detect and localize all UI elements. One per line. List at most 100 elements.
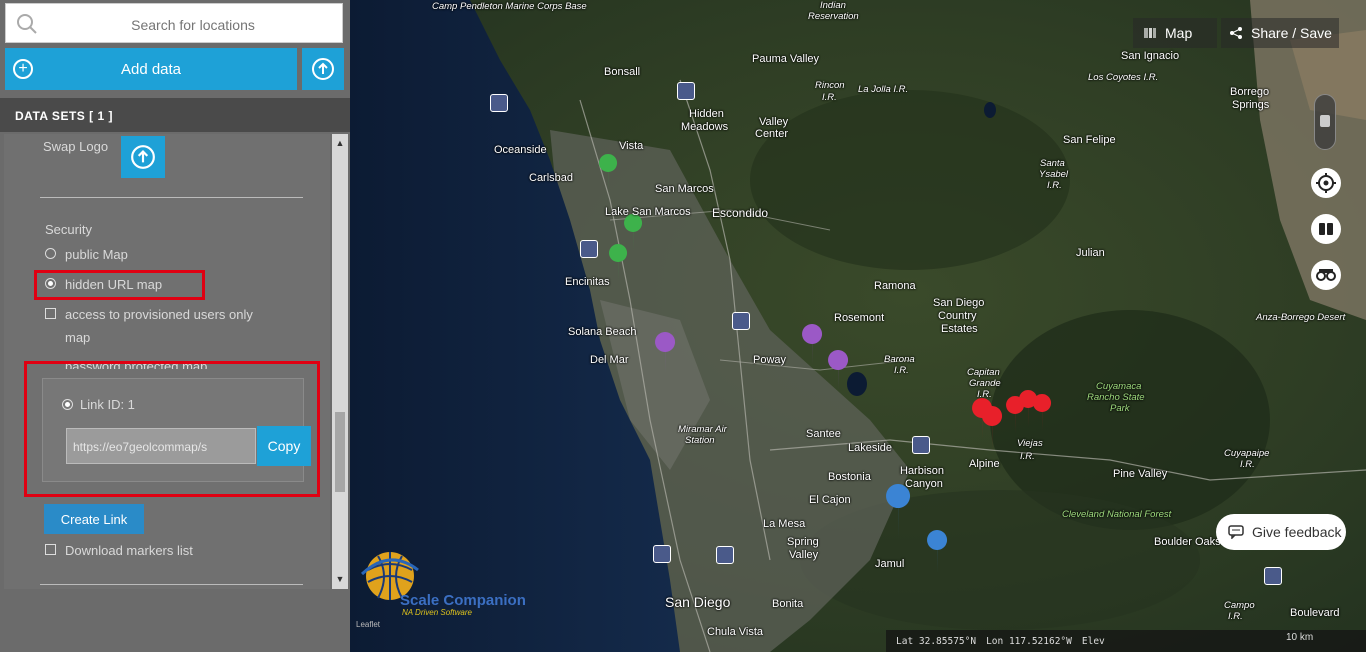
place-label: Bonsall bbox=[604, 66, 641, 78]
place-label: Viejas bbox=[1017, 438, 1043, 449]
company-logo: Scale Companion NA Driven Software Leafl… bbox=[356, 540, 526, 630]
longitude-readout: Lon 117.52162°W bbox=[986, 635, 1072, 647]
binoculars-icon bbox=[1316, 269, 1336, 281]
radio-public-map[interactable] bbox=[45, 248, 56, 259]
place-label: Carlsbad bbox=[529, 172, 574, 184]
place-label: I.R. bbox=[977, 389, 992, 400]
place-label: Encinitas bbox=[565, 276, 610, 288]
place-label: Jamul bbox=[875, 558, 905, 570]
highway-shield bbox=[677, 82, 695, 100]
leaflet-attribution[interactable]: Leaflet bbox=[356, 620, 380, 629]
map-marker-blue bbox=[886, 484, 911, 540]
search-box[interactable] bbox=[5, 3, 343, 43]
share-save-button[interactable]: Share / Save bbox=[1221, 18, 1339, 48]
place-label: Cleveland National Forest bbox=[1062, 509, 1172, 520]
divider bbox=[40, 197, 303, 198]
place-label: I.R. bbox=[894, 365, 909, 376]
swap-logo-button[interactable] bbox=[121, 136, 165, 178]
highway-shield bbox=[1264, 567, 1282, 585]
chat-icon bbox=[1228, 525, 1244, 539]
place-label: Spring bbox=[787, 536, 819, 548]
place-label: Lakeside bbox=[848, 442, 893, 454]
map-marker-green bbox=[609, 244, 628, 282]
place-label: Station bbox=[685, 435, 715, 446]
give-feedback-button[interactable]: Give feedback bbox=[1216, 514, 1346, 550]
create-link-button[interactable]: Create Link bbox=[44, 504, 144, 534]
place-label: Poway bbox=[753, 354, 787, 366]
place-label: Reservation bbox=[808, 11, 859, 22]
download-markers-checkbox[interactable] bbox=[45, 544, 56, 555]
upload-button[interactable] bbox=[302, 48, 344, 90]
place-label: Solana Beach bbox=[568, 326, 637, 338]
place-label: Estates bbox=[941, 323, 978, 335]
place-label: Park bbox=[1110, 403, 1130, 414]
place-label: Pauma Valley bbox=[752, 53, 820, 65]
search-input[interactable] bbox=[46, 12, 340, 38]
highway-shield bbox=[912, 436, 930, 454]
swap-logo-label: Swap Logo bbox=[43, 139, 109, 154]
map-marker-green bbox=[624, 214, 643, 252]
place-label: Rincon bbox=[815, 80, 845, 91]
place-label: Ramona bbox=[874, 280, 916, 292]
locate-button[interactable] bbox=[1311, 168, 1341, 198]
place-label: Alpine bbox=[969, 458, 1000, 470]
place-label: Escondido bbox=[712, 206, 769, 220]
share-button-label: Share / Save bbox=[1251, 25, 1332, 41]
add-data-label: Add data bbox=[120, 60, 182, 78]
split-view-button[interactable] bbox=[1311, 214, 1341, 244]
provisioned-users-label: access to provisioned users only bbox=[65, 307, 253, 322]
upload-icon bbox=[312, 58, 334, 80]
map-marker-red bbox=[982, 406, 1003, 452]
feedback-label: Give feedback bbox=[1252, 524, 1342, 540]
place-label: Borrego bbox=[1230, 86, 1270, 98]
place-label: Del Mar bbox=[590, 354, 629, 366]
place-label: Meadows bbox=[681, 121, 729, 133]
highway-shield bbox=[732, 312, 750, 330]
latitude-readout: Lat 32.85575°N bbox=[896, 635, 977, 647]
place-label: Harbison bbox=[900, 465, 945, 477]
place-label: Pine Valley bbox=[1113, 468, 1168, 480]
scroll-down-icon[interactable]: ▼ bbox=[332, 572, 348, 586]
place-label: Lake San Marcos bbox=[605, 206, 691, 218]
datasets-header: DATA SETS [ 1 ] bbox=[0, 98, 350, 132]
place-label: San Diego bbox=[933, 297, 985, 309]
place-label: San Ignacio bbox=[1121, 50, 1180, 62]
place-label: Hidden bbox=[689, 108, 724, 120]
plus-circle-icon: + bbox=[13, 59, 33, 79]
map-marker-green bbox=[599, 154, 618, 192]
map-style-button[interactable]: Map bbox=[1133, 18, 1217, 48]
place-label: Springs bbox=[1232, 99, 1270, 111]
zoom-slider[interactable] bbox=[1314, 94, 1336, 150]
map-marker-red bbox=[1033, 394, 1052, 432]
place-label: San Marcos bbox=[655, 183, 714, 195]
map-layers-icon bbox=[1144, 28, 1156, 38]
add-data-button[interactable]: + Add data bbox=[5, 48, 297, 90]
binoculars-button[interactable] bbox=[1311, 260, 1341, 290]
place-label: I.R. bbox=[1240, 459, 1255, 470]
upload-icon bbox=[131, 145, 155, 169]
scroll-up-icon[interactable]: ▲ bbox=[332, 136, 348, 150]
place-label: Valley bbox=[789, 549, 819, 561]
place-label: Boulevard bbox=[1290, 607, 1340, 619]
map-marker-purple bbox=[828, 350, 849, 392]
radio-provisioned-users[interactable] bbox=[45, 308, 56, 319]
place-label: Bonita bbox=[772, 598, 804, 610]
highway-shield bbox=[653, 545, 671, 563]
compass-icon bbox=[1316, 173, 1336, 193]
security-label: Security bbox=[45, 222, 92, 237]
place-label: Julian bbox=[1076, 247, 1105, 259]
zoom-slider-knob[interactable] bbox=[1320, 115, 1330, 127]
place-label: La Jolla I.R. bbox=[858, 84, 909, 95]
logo-name: Scale Companion bbox=[400, 592, 526, 609]
place-label: I.R. bbox=[1047, 180, 1062, 191]
panel-scrollbar[interactable]: ▲ ▼ bbox=[332, 134, 348, 589]
place-label: Chula Vista bbox=[707, 626, 764, 638]
place-label: Canyon bbox=[905, 478, 943, 490]
search-icon bbox=[17, 14, 37, 34]
place-label: La Mesa bbox=[763, 518, 806, 530]
place-label: Vista bbox=[619, 140, 644, 152]
scroll-thumb[interactable] bbox=[335, 412, 345, 492]
place-label: Anza-Borrego Desert bbox=[1256, 312, 1346, 323]
download-markers-label: Download markers list bbox=[65, 543, 193, 558]
map-view[interactable]: Camp Pendleton Marine Corps Base Indian … bbox=[350, 0, 1366, 652]
